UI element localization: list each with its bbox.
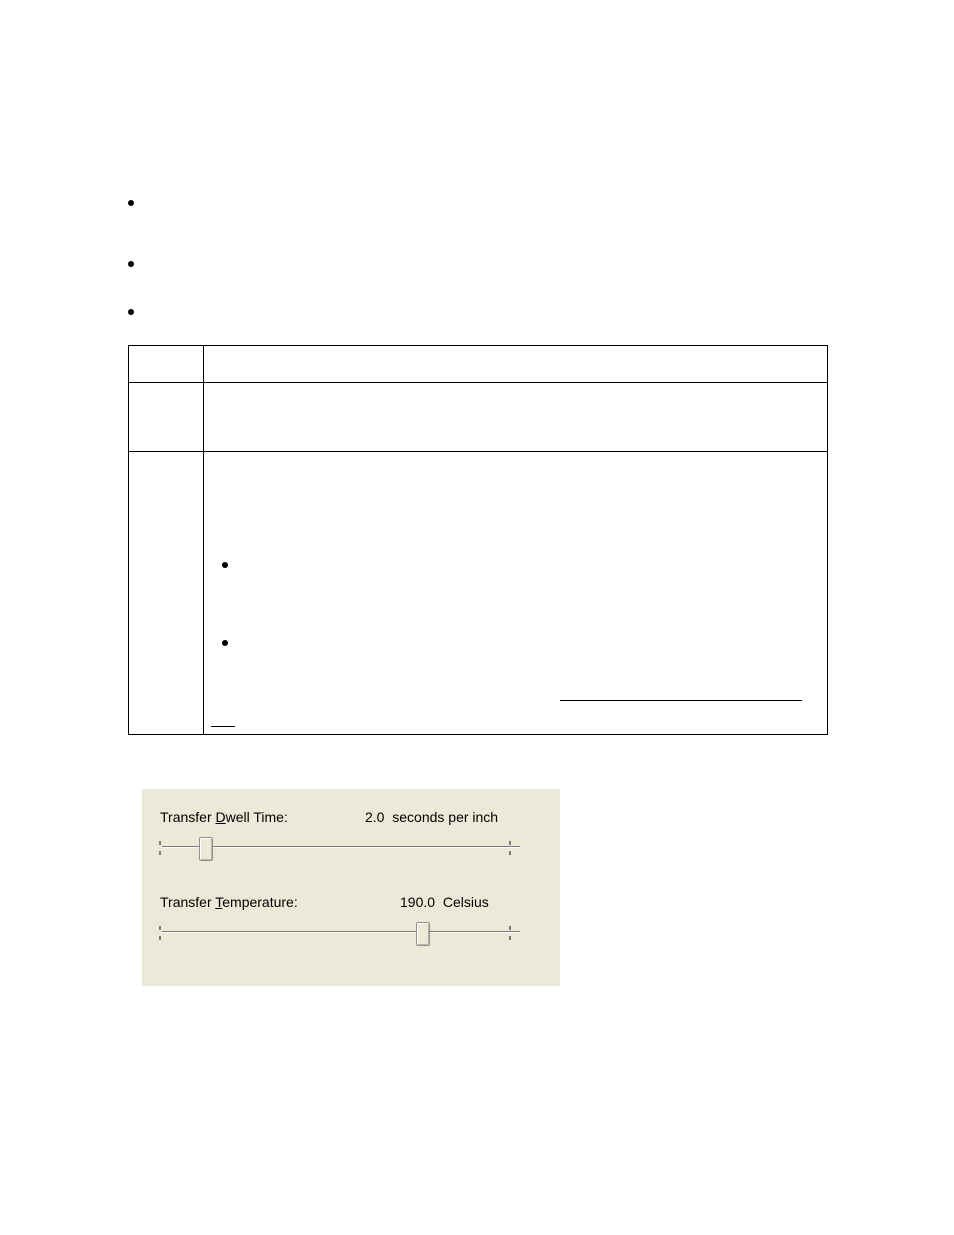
temperature-value: 190.0 Celsius bbox=[400, 894, 489, 910]
underline-rule bbox=[560, 700, 802, 701]
underline-rule-short bbox=[211, 726, 235, 727]
dwell-time-field: Transfer Dwell Time: 2.0 seconds per inc… bbox=[160, 809, 540, 861]
dwell-time-label: Transfer Dwell Time: bbox=[160, 809, 288, 825]
bullet-icon bbox=[128, 309, 134, 315]
layout-table bbox=[128, 345, 828, 735]
slider-track bbox=[162, 846, 520, 848]
temperature-field: Transfer Temperature: 190.0 Celsius bbox=[160, 894, 540, 946]
bullet-icon bbox=[128, 200, 134, 206]
bullet-icon bbox=[222, 562, 228, 568]
dwell-time-value: 2.0 seconds per inch bbox=[365, 809, 498, 825]
temperature-slider[interactable] bbox=[160, 920, 522, 946]
dwell-time-slider[interactable] bbox=[160, 835, 522, 861]
settings-panel: Transfer Dwell Time: 2.0 seconds per inc… bbox=[142, 789, 562, 988]
bullet-list-outer bbox=[128, 200, 138, 315]
slider-thumb[interactable] bbox=[416, 922, 430, 946]
temperature-label: Transfer Temperature: bbox=[160, 894, 298, 910]
bullet-list-inner bbox=[222, 562, 228, 718]
bullet-icon bbox=[222, 640, 228, 646]
slider-thumb[interactable] bbox=[199, 837, 213, 861]
page-root: Transfer Dwell Time: 2.0 seconds per inc… bbox=[0, 0, 954, 1235]
slider-track bbox=[162, 931, 520, 933]
bullet-icon bbox=[128, 261, 134, 267]
